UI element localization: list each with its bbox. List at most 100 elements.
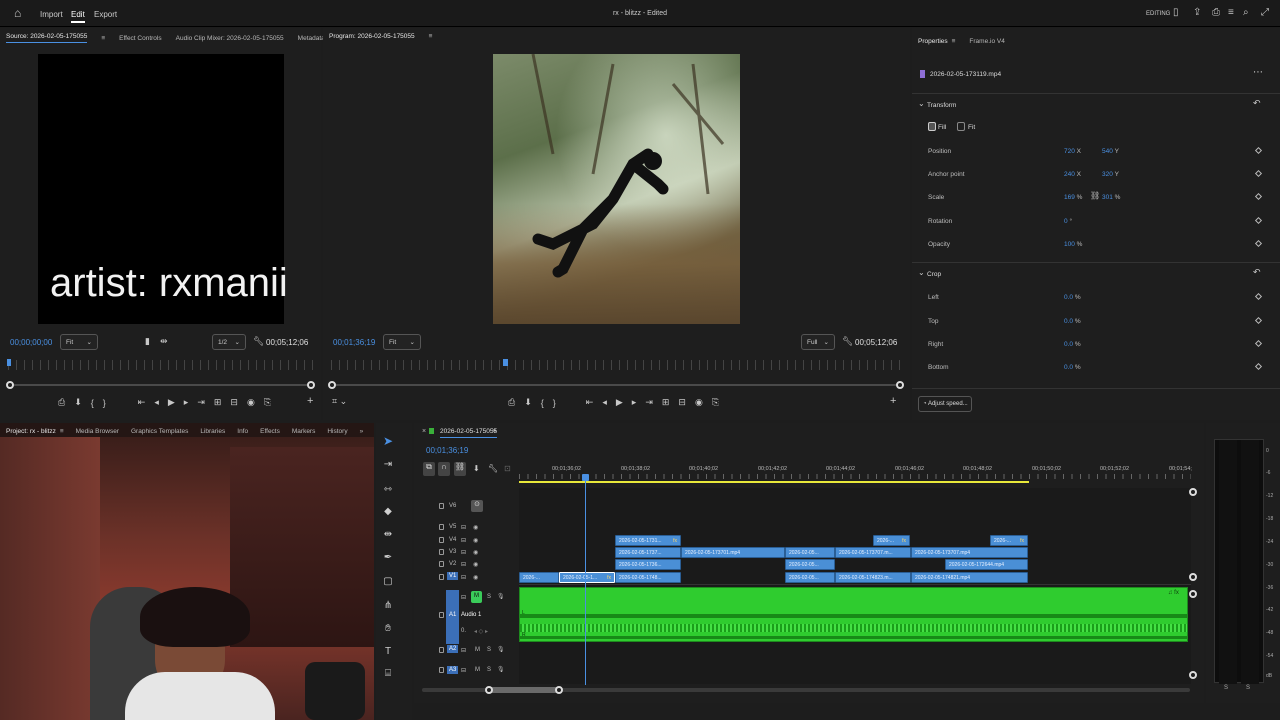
track-label[interactable]: A1 [449, 612, 456, 618]
clip[interactable]: 2026-02-05-1731... fx [615, 535, 681, 546]
wrench-icon[interactable]: 🔧︎ [842, 337, 853, 346]
sync-lock-icon[interactable]: ⊟ [461, 647, 466, 654]
clip[interactable]: 2026-02-05-1736... [615, 559, 681, 570]
clip[interactable]: 2026-... fx [990, 535, 1028, 546]
lock-icon[interactable] [439, 667, 444, 673]
share-icon[interactable]: ⎙ [1212, 8, 1220, 18]
tab-properties-menu-icon[interactable]: ≡ [952, 38, 956, 45]
prop-value-2[interactable]: 320 Y [1102, 171, 1119, 178]
lock-icon[interactable] [439, 549, 444, 555]
clip[interactable]: 2026-02-05... [785, 572, 835, 583]
drag-video-icon[interactable]: ⇹ [160, 337, 168, 346]
eye-icon[interactable]: ◉ [473, 549, 478, 556]
type-tool-icon[interactable]: T [380, 646, 396, 662]
eye-icon[interactable]: ◉ [473, 561, 478, 568]
zoom-handle-start[interactable] [485, 686, 493, 694]
step-back-icon[interactable]: ◂ [602, 397, 607, 408]
lock-icon[interactable] [439, 503, 444, 509]
source-zoom-bar[interactable] [10, 384, 312, 386]
tab-effect-controls[interactable]: Effect Controls [119, 35, 162, 42]
ripple-edit-icon[interactable]: ⇿ [380, 484, 396, 500]
tab-properties[interactable]: Properties [918, 38, 948, 45]
clip[interactable]: 2026-02-05-173701.mp4 [681, 547, 785, 558]
rectangle-tool-icon[interactable]: ▢ [380, 576, 396, 592]
tab-markers[interactable]: Markers [292, 428, 315, 435]
crop-header[interactable]: Crop [927, 271, 941, 278]
transform-chevron-icon[interactable]: ⌄ [918, 100, 925, 108]
marker-icon[interactable]: ⬇ [74, 397, 82, 408]
reset-transform-icon[interactable]: ↶ [1253, 99, 1261, 108]
prop-value-1[interactable]: 169 % [1064, 194, 1082, 201]
mic-icon[interactable]: 🎙︎ [497, 646, 505, 653]
mic-icon[interactable]: 🎙︎ [497, 593, 505, 600]
mute-button[interactable]: M [471, 591, 482, 603]
source-resolution-dropdown[interactable]: 1/2 ⌄ [212, 334, 246, 350]
track-scroll-v1[interactable] [1189, 573, 1197, 581]
export-icon[interactable]: ⎘ [264, 397, 271, 408]
clip[interactable]: 2026-02-05... [785, 547, 835, 558]
linked-selection-icon[interactable]: ⛓︎ [454, 462, 466, 476]
fit-toggle[interactable] [957, 122, 965, 131]
timeline-wrench-icon[interactable]: 🔧︎ [488, 465, 498, 473]
sync-lock-icon[interactable]: ⊟ [461, 574, 466, 581]
mic-icon[interactable]: 🎙︎ [497, 666, 505, 673]
track-label[interactable]: V5 [449, 524, 456, 530]
zoom-handle-end[interactable] [555, 686, 563, 694]
clip[interactable]: 2026-02-05-174823.m... [835, 572, 911, 583]
workspace-label[interactable]: EDITING [1146, 11, 1170, 17]
adjust-speed-button[interactable]: ◔ Adjust speed... [918, 396, 972, 412]
export-frame-icon[interactable]: ⎙ [58, 397, 65, 408]
mute-button[interactable]: M [475, 647, 480, 653]
lock-icon[interactable] [439, 647, 444, 653]
caption-tool-icon[interactable]: ⌸ [380, 668, 396, 684]
clip[interactable]: 2026-02-05-173707.m... [835, 547, 911, 558]
tab-program-menu-icon[interactable]: ≡ [429, 33, 433, 40]
tab-audio-clip-mixer[interactable]: Audio Clip Mixer: 2026-02-05-175055 [176, 35, 284, 42]
track-scroll-top[interactable] [1189, 488, 1197, 496]
menu-icon[interactable]: ≡ [1228, 8, 1234, 18]
prop-value[interactable]: 0.0 % [1064, 294, 1081, 301]
program-zoom-start[interactable] [328, 381, 336, 389]
go-to-out-icon[interactable]: ⇥ [645, 397, 653, 408]
lift-icon[interactable]: ⊞ [662, 397, 670, 408]
track-label[interactable]: V1 [447, 572, 459, 580]
wrench-icon[interactable]: 🔧︎ [253, 337, 264, 346]
step-forward-icon[interactable]: ▸ [184, 397, 189, 408]
program-timecode[interactable]: 00;01;36;19 [333, 338, 375, 347]
crop-chevron-icon[interactable]: ⌄ [918, 269, 925, 277]
overwrite-icon[interactable]: ⊟ [230, 397, 238, 408]
clip[interactable]: 2026-02-05... [785, 559, 835, 570]
clip[interactable]: 2026-02-05-1... fx [559, 572, 615, 583]
tab-media-browser[interactable]: Media Browser [76, 428, 119, 435]
program-zoom-end[interactable] [896, 381, 904, 389]
clip[interactable]: 2026-... [519, 572, 559, 583]
mark-out-icon[interactable]: } [553, 398, 556, 408]
go-to-out-icon[interactable]: ⇥ [197, 397, 205, 408]
solo-button[interactable]: S [487, 667, 491, 673]
extract-icon[interactable]: ⊟ [678, 397, 686, 408]
mark-in-icon[interactable]: { [91, 398, 94, 408]
fullscreen-icon[interactable]: ⤢ [1261, 8, 1269, 18]
clip[interactable]: 2026-02-05-174821.mp4 [911, 572, 1028, 583]
sync-icon[interactable]: ⊙ [471, 500, 483, 512]
clip[interactable]: 2026-02-05-1748... [615, 572, 681, 583]
tab-effects[interactable]: Effects [260, 428, 280, 435]
clip[interactable]: 2026-02-05-172644.mp4 [945, 559, 1028, 570]
source-fit-dropdown[interactable]: Fit ⌄ [60, 334, 98, 350]
track-select-icon[interactable]: ⇥ [380, 459, 396, 475]
transform-header[interactable]: Transform [927, 102, 956, 109]
hand-tool-icon[interactable]: ✋︎ [380, 623, 396, 639]
snap-icon[interactable]: ⧉ [423, 462, 435, 476]
pen-tool-icon[interactable]: ✒ [380, 552, 396, 568]
sync-lock-icon[interactable]: ⊟ [461, 524, 466, 531]
solo-button[interactable]: S [487, 647, 491, 653]
sequence-tab[interactable]: 2026-02-05-175055 [440, 428, 498, 438]
track-scroll-bottom[interactable] [1189, 671, 1197, 679]
source-zoom-start[interactable] [6, 381, 14, 389]
tab-frameio[interactable]: Frame.io V4 [969, 38, 1004, 45]
prop-value-1[interactable]: 240 X [1064, 171, 1081, 178]
source-playhead[interactable] [7, 359, 11, 366]
close-icon[interactable]: × [422, 428, 426, 435]
program-zoom-bar[interactable] [333, 384, 901, 386]
tab-program[interactable]: Program: 2026-02-05-175055 [329, 33, 415, 40]
